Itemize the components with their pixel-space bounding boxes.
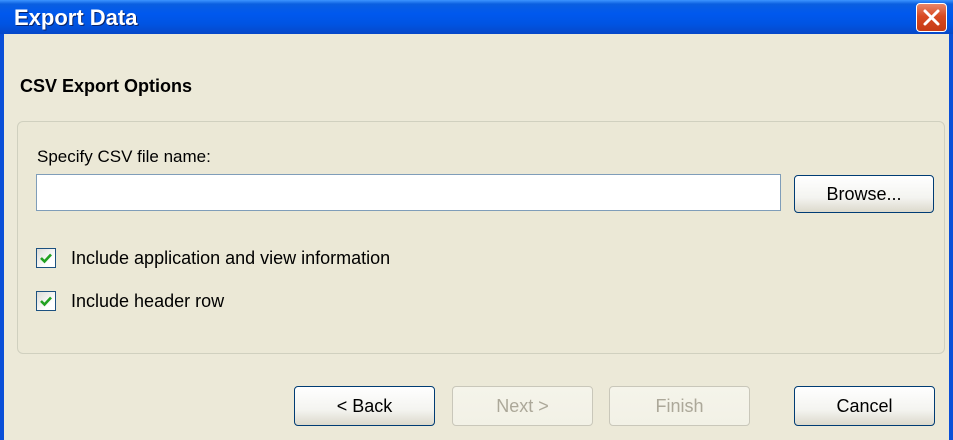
checkmark-icon [40, 296, 52, 307]
window-frame-right [949, 34, 953, 440]
include-app-info-label: Include application and view information [71, 248, 391, 268]
include-app-info-checkbox[interactable] [36, 248, 56, 268]
file-name-input[interactable] [36, 174, 781, 211]
window-title: Export Data [14, 5, 138, 30]
close-icon [923, 9, 940, 26]
checkmark-icon [40, 253, 52, 264]
window-frame-left [0, 34, 4, 440]
browse-button[interactable]: Browse... [794, 175, 934, 213]
include-header-label: Include header row [71, 291, 225, 311]
section-title: CSV Export Options [20, 76, 193, 96]
cancel-button[interactable]: Cancel [794, 386, 935, 426]
close-button[interactable] [916, 3, 947, 32]
file-name-label: Specify CSV file name: [37, 147, 211, 166]
include-header-checkbox[interactable] [36, 291, 56, 311]
title-bar[interactable]: Export Data [0, 0, 953, 34]
back-button[interactable]: < Back [294, 386, 435, 426]
finish-button[interactable]: Finish [609, 386, 750, 426]
next-button[interactable]: Next > [452, 386, 593, 426]
